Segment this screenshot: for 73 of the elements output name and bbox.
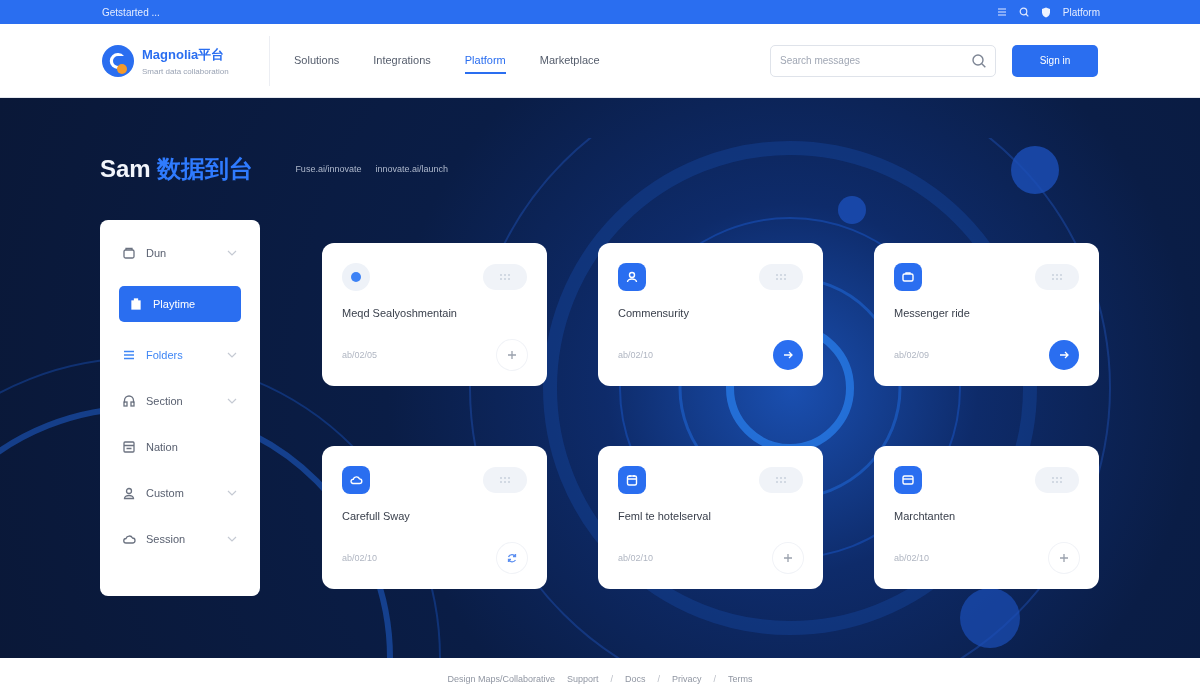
sidebar-item[interactable]: Playtime <box>119 286 241 322</box>
hero-link[interactable]: innovate.ai/launch <box>375 164 448 174</box>
card-date: ab/02/05 <box>342 350 378 360</box>
nav-tab[interactable]: Solutions <box>294 47 340 74</box>
card-date: ab/02/09 <box>894 350 930 360</box>
plus-icon <box>1058 551 1070 564</box>
card-date: ab/02/10 <box>342 552 378 563</box>
card-title: Messenger ride <box>894 307 971 319</box>
sidebar-item[interactable]: Section <box>100 381 260 421</box>
box-icon <box>122 246 136 260</box>
sidebar-item[interactable]: Custom <box>100 473 260 513</box>
card-title: Meqd Sealyoshmentain <box>342 307 458 319</box>
card-options-pill[interactable] <box>759 264 803 290</box>
card-options-pill[interactable] <box>1035 264 1079 290</box>
card-options-pill[interactable] <box>483 466 527 493</box>
card-options-pill[interactable] <box>759 466 803 493</box>
card-options-pill[interactable] <box>1035 466 1079 493</box>
dots-icon <box>775 273 787 281</box>
sign-in-button[interactable]: Sign in <box>1012 44 1098 77</box>
search-icon <box>971 52 987 69</box>
card-action-button[interactable] <box>497 542 527 573</box>
briefcase-icon <box>901 270 915 284</box>
menu-icon <box>122 348 136 362</box>
calendar-icon <box>625 472 639 487</box>
card-action-button[interactable] <box>773 340 803 370</box>
card-action-button[interactable] <box>1049 340 1079 370</box>
card-date: ab/02/10 <box>894 552 930 563</box>
logo-name: Magnolia平台 <box>142 45 226 64</box>
nav-tab[interactable]: Marketplace <box>539 47 600 74</box>
menu-icon[interactable] <box>996 7 1007 17</box>
plus-icon <box>782 551 794 564</box>
headset-icon <box>122 394 136 408</box>
hero-title: Sam 数据到台 <box>100 154 254 184</box>
search-icon[interactable] <box>1018 7 1029 17</box>
search-field[interactable]: Search messages <box>770 44 996 77</box>
top-bar-link[interactable]: Platform <box>1062 6 1100 18</box>
user-icon <box>625 270 639 284</box>
dots-icon <box>1051 475 1063 484</box>
plus-icon <box>506 349 518 361</box>
dots-icon <box>499 273 511 281</box>
card-title: Commensurity <box>618 307 690 319</box>
hero-link[interactable]: Fuse.ai/innovate <box>295 164 362 174</box>
card-options-pill[interactable] <box>483 264 527 290</box>
document-icon <box>122 440 136 454</box>
nav-tab[interactable]: Integrations <box>373 47 431 74</box>
card-date: ab/02/10 <box>618 350 654 360</box>
separator-slash: / <box>610 674 613 684</box>
card-date: ab/02/10 <box>618 552 654 563</box>
refresh-icon <box>506 551 518 564</box>
nav-tab[interactable]: Platform <box>464 47 506 74</box>
logo-tagline: Smart data collaboration <box>142 66 229 76</box>
separator-slash: / <box>713 674 717 684</box>
arrow-right-icon <box>1058 349 1070 361</box>
sidebar-item[interactable]: Folders <box>100 335 260 375</box>
dots-icon <box>775 475 787 484</box>
window-icon <box>901 472 915 487</box>
shield-icon[interactable] <box>1040 6 1051 18</box>
sidebar-item[interactable]: Nation <box>100 427 260 467</box>
cloud-icon <box>122 532 136 546</box>
card-title: Feml te hotelserval <box>618 509 712 522</box>
card-title: Carefull Sway <box>342 509 411 522</box>
arrow-right-icon <box>782 349 794 361</box>
user-icon <box>122 486 136 500</box>
card-title: Marchtanten <box>894 509 957 522</box>
separator-slash: / <box>657 674 661 684</box>
dots-icon <box>1051 273 1063 281</box>
sidebar-item[interactable]: Dun <box>100 233 260 273</box>
dots-icon <box>499 475 511 484</box>
badge-icon <box>129 297 143 311</box>
logo-icon <box>102 44 134 77</box>
top-bar-text: Getstarted ... <box>102 6 160 18</box>
dot-icon <box>350 271 362 283</box>
sidebar-item[interactable]: Session <box>100 519 260 559</box>
